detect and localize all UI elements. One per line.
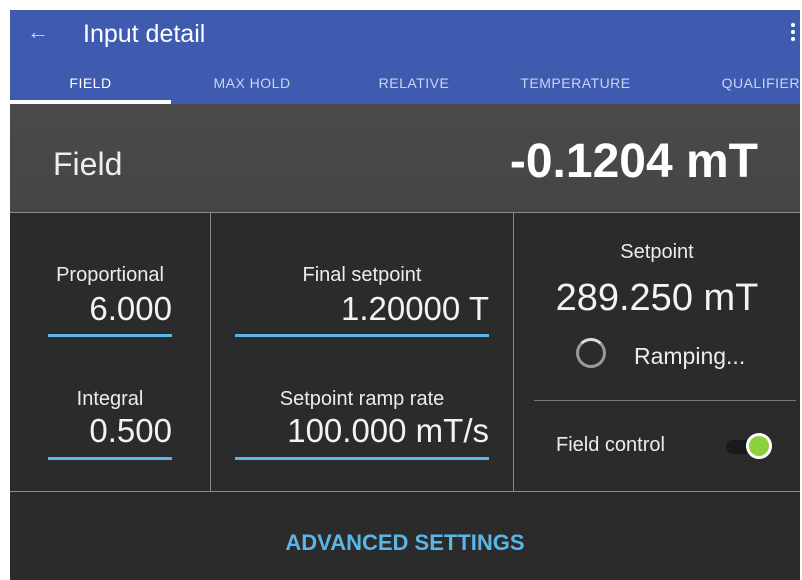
tab-max-hold[interactable]: MAX HOLD (171, 62, 333, 104)
setpoint-config-panel: Final setpoint 1.20000 T Setpoint ramp r… (211, 213, 514, 491)
integral-label: Integral (76, 388, 144, 410)
ramping-status-text: Ramping... (634, 343, 746, 369)
arrow-left-icon[interactable]: ← (26, 20, 50, 44)
tab-qualifier[interactable]: QUALIFIER (656, 62, 800, 104)
reading-label: Field (53, 146, 123, 182)
divider (534, 400, 796, 401)
setpoint-label: Setpoint (620, 241, 694, 263)
advanced-settings-button[interactable]: ADVANCED SETTINGS (10, 530, 800, 556)
ramp-rate-label: Setpoint ramp rate (279, 388, 445, 410)
tab-temperature-label: TEMPERATURE (520, 75, 631, 91)
final-setpoint-field[interactable]: 1.20000 T (235, 290, 489, 328)
setpoint-status-panel: Setpoint 289.250 mT Ramping... Field con… (514, 213, 800, 491)
pid-panel: Proportional 6.000 Integral 0.500 (10, 213, 211, 491)
tab-temperature[interactable]: TEMPERATURE (495, 62, 656, 104)
ramp-rate-field[interactable]: 100.000 mT/s (235, 412, 489, 450)
proportional-field[interactable]: 6.000 (48, 290, 172, 328)
tab-qualifier-label: QUALIFIER (721, 75, 800, 91)
proportional-underline (48, 334, 172, 337)
tab-max-hold-label: MAX HOLD (213, 75, 291, 91)
footer: ADVANCED SETTINGS (10, 491, 800, 580)
tab-field-label: FIELD (69, 75, 112, 91)
tab-bar: FIELD MAX HOLD RELATIVE TEMPERATURE QUAL… (10, 62, 800, 104)
input-detail-screen: ← Input detail FIELD MAX HOLD RELATIVE T… (10, 10, 800, 580)
ramp-rate-underline (235, 457, 489, 460)
ramping-spinner-icon (576, 338, 606, 368)
final-setpoint-label: Final setpoint (302, 264, 422, 286)
tab-relative[interactable]: RELATIVE (333, 62, 495, 104)
field-control-label: Field control (556, 434, 665, 456)
toggle-thumb (746, 433, 772, 459)
app-bar: ← Input detail FIELD MAX HOLD RELATIVE T… (10, 10, 800, 104)
tab-field[interactable]: FIELD (10, 62, 171, 104)
proportional-label: Proportional (56, 264, 164, 286)
field-control-toggle[interactable] (722, 433, 772, 459)
tab-relative-label: RELATIVE (378, 75, 450, 91)
more-vert-icon[interactable] (788, 19, 798, 45)
integral-field[interactable]: 0.500 (48, 412, 172, 450)
final-setpoint-underline (235, 334, 489, 337)
integral-underline (48, 457, 172, 460)
setpoint-value: 289.250 mT (555, 277, 759, 319)
field-reading-panel: Field -0.1204 mT (10, 104, 800, 213)
reading-value: -0.1204 mT (509, 135, 758, 188)
page-title: Input detail (83, 20, 206, 48)
